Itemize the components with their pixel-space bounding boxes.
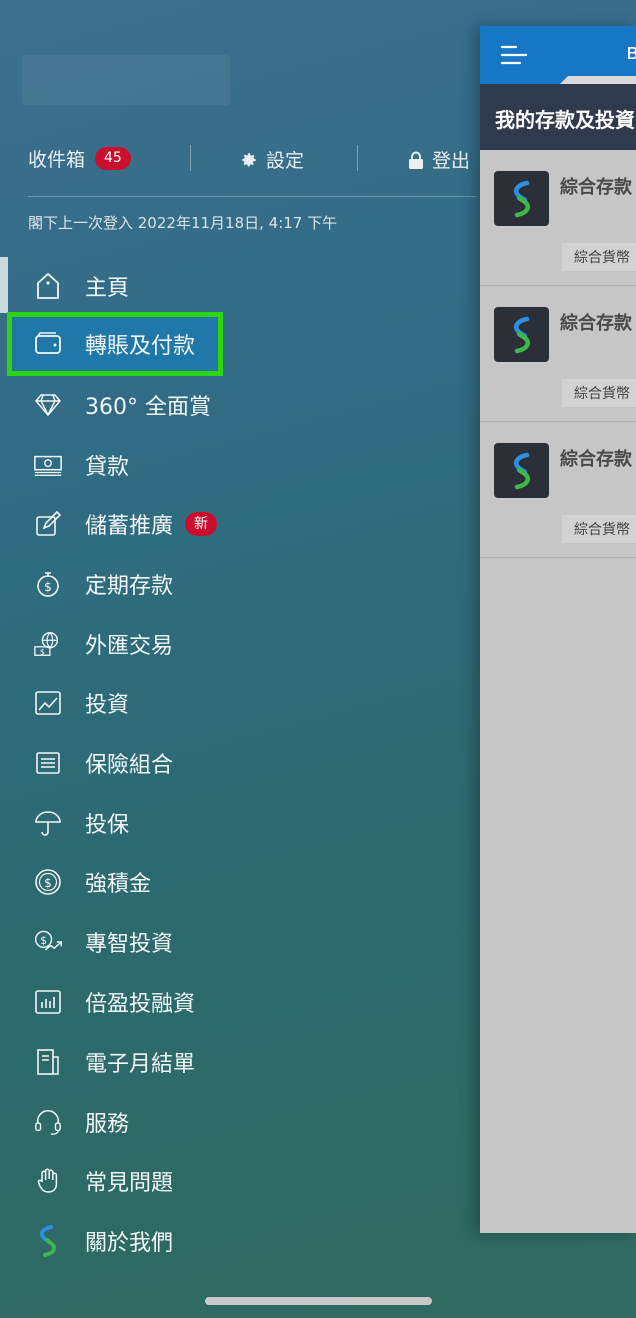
app-header: в xyxy=(480,26,636,84)
hand-icon xyxy=(33,1166,63,1196)
settings-label: 設定 xyxy=(266,150,305,172)
menu-item-transfer-payment[interactable]: 轉賬及付款 xyxy=(7,312,223,376)
menu-item-label: 360° 全面賞 xyxy=(85,395,211,420)
account-tag: 綜合貨幣 xyxy=(562,243,636,271)
bank-logo-icon xyxy=(494,171,549,226)
chart-line-icon xyxy=(33,688,63,718)
menu-item-label: 投資 xyxy=(85,693,130,718)
svg-text:$: $ xyxy=(44,580,52,594)
account-card[interactable]: 綜合存款 綜合貨幣 xyxy=(480,422,636,558)
menu-item-mpf[interactable]: $ 強積金 xyxy=(18,854,458,910)
divider xyxy=(357,145,358,171)
menu-item-e-statement[interactable]: 電子月結單 xyxy=(18,1034,458,1090)
timer-dollar-icon: $ xyxy=(33,569,63,599)
account-title: 綜合存款 xyxy=(560,177,632,198)
menu-item-faq[interactable]: 常見問題 xyxy=(18,1153,458,1209)
menu-item-label: 強積金 xyxy=(85,872,152,897)
menu-item-label: 關於我們 xyxy=(85,1231,174,1256)
menu-item-about-us[interactable]: 關於我們 xyxy=(18,1213,458,1269)
menu-item-label: 儲蓄推廣 xyxy=(85,514,174,539)
menu-item-label: 投保 xyxy=(85,813,130,838)
dollar-trend-icon: $ xyxy=(33,927,63,957)
menu-item-label: 服務 xyxy=(85,1112,130,1137)
section-title: 我的存款及投資 xyxy=(480,84,636,150)
menu-item-label: 定期存款 xyxy=(85,574,174,599)
svg-text:$: $ xyxy=(40,647,45,656)
menu-item-time-deposit[interactable]: $ 定期存款 xyxy=(18,556,458,612)
menu-item-insurance-portfolio[interactable]: 保險組合 xyxy=(18,735,458,791)
account-card[interactable]: 綜合存款 綜合貨幣 xyxy=(480,150,636,286)
menu-item-label: 專智投資 xyxy=(85,932,174,957)
lock-icon xyxy=(409,151,423,169)
inbox-label: 收件箱 xyxy=(28,148,86,171)
cash-icon xyxy=(33,450,63,480)
bar-chart-icon xyxy=(33,987,63,1017)
menu-item-label: 貸款 xyxy=(85,455,130,480)
headset-icon xyxy=(33,1107,63,1137)
menu-item-buy-insurance[interactable]: 投保 xyxy=(18,795,458,851)
bank-logo-icon xyxy=(494,307,549,362)
statement-icon xyxy=(33,1047,63,1077)
diamond-icon xyxy=(33,390,63,420)
new-badge: 新 xyxy=(185,512,218,536)
home-indicator[interactable] xyxy=(205,1297,432,1305)
menu-item-label: 轉賬及付款 xyxy=(85,334,196,359)
menu-item-label: 倍盈投融資 xyxy=(85,992,196,1017)
menu-item-360-rewards[interactable]: 360° 全面賞 xyxy=(18,377,458,433)
header-accent xyxy=(560,76,636,84)
menu-item-smart-invest[interactable]: $ 專智投資 xyxy=(18,914,458,970)
header-title: в xyxy=(626,40,636,65)
wallet-icon xyxy=(33,329,63,359)
account-tag: 綜合貨幣 xyxy=(562,515,636,543)
edit-icon xyxy=(33,509,63,539)
menu-item-label: 主頁 xyxy=(85,276,130,301)
divider xyxy=(28,196,476,197)
list-icon xyxy=(33,748,63,778)
last-login-text: 閣下上一次登入 2022年11月18日, 4:17 下午 xyxy=(28,214,338,232)
menu-item-loans[interactable]: 貸款 xyxy=(18,437,458,493)
menu-item-label: 外匯交易 xyxy=(85,634,174,659)
svg-text:$: $ xyxy=(44,876,52,890)
bank-logo-icon xyxy=(33,1225,63,1257)
account-title: 綜合存款 xyxy=(560,449,632,470)
menu-item-fx-trading[interactable]: $ 外匯交易 xyxy=(18,616,458,672)
menu-item-label: 保險組合 xyxy=(85,753,174,778)
account-toolbar: 收件箱 45 設定 登出 xyxy=(28,140,478,176)
umbrella-icon xyxy=(33,808,63,838)
menu-item-investment[interactable]: 投資 xyxy=(18,675,458,731)
account-title: 綜合存款 xyxy=(560,313,632,334)
account-tag: 綜合貨幣 xyxy=(562,379,636,407)
menu-icon[interactable] xyxy=(500,44,528,70)
menu-item-savings-promo[interactable]: 儲蓄推廣 新 xyxy=(18,496,458,552)
menu-item-services[interactable]: 服務 xyxy=(18,1094,458,1150)
menu-item-label: 電子月結單 xyxy=(85,1052,196,1077)
home-icon xyxy=(33,271,63,301)
logout-button[interactable]: 登出 xyxy=(408,146,470,173)
drawer-edge-indicator xyxy=(0,257,8,313)
inbox-count-badge: 45 xyxy=(95,146,131,170)
dollar-circle-icon: $ xyxy=(33,867,63,897)
menu-item-margin-finance[interactable]: 倍盈投融資 xyxy=(18,974,458,1030)
svg-text:$: $ xyxy=(40,935,47,947)
menu-item-label: 常見問題 xyxy=(85,1171,174,1196)
logout-label: 登出 xyxy=(432,150,471,172)
user-name-placeholder xyxy=(22,55,230,105)
main-content-panel[interactable]: в 我的存款及投資 綜合存款 綜合貨幣 綜合存款 綜合貨幣 綜合存款 綜合貨幣 xyxy=(480,26,636,1233)
settings-button[interactable]: 設定 xyxy=(240,146,304,173)
inbox-button[interactable]: 收件箱 45 xyxy=(28,145,131,172)
gear-icon xyxy=(242,152,256,166)
divider xyxy=(190,145,191,171)
menu-item-home[interactable]: 主頁 xyxy=(18,258,458,314)
bank-logo-icon xyxy=(494,443,549,498)
globe-currency-icon: $ xyxy=(33,629,63,659)
account-card[interactable]: 綜合存款 綜合貨幣 xyxy=(480,286,636,422)
